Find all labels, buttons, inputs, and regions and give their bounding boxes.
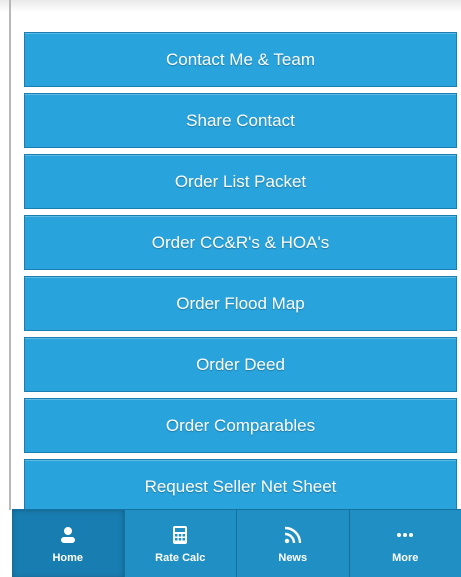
share-contact-button[interactable]: Share Contact — [24, 93, 457, 148]
tab-rate-calc-label: Rate Calc — [155, 552, 206, 564]
top-shadow — [0, 0, 461, 12]
left-edge-divider — [9, 0, 11, 510]
order-comparables-button[interactable]: Order Comparables — [24, 398, 457, 453]
tab-news[interactable]: News — [237, 510, 350, 577]
tab-rate-calc[interactable]: Rate Calc — [125, 510, 237, 577]
app-screen: Contact Me & Team Share Contact Order Li… — [0, 0, 461, 577]
order-deed-button[interactable]: Order Deed — [24, 337, 457, 392]
tab-more[interactable]: More — [350, 510, 461, 577]
order-list-packet-button[interactable]: Order List Packet — [24, 154, 457, 209]
tab-home[interactable]: Home — [12, 510, 125, 577]
order-ccr-hoa-button[interactable]: Order CC&R's & HOA's — [24, 215, 457, 270]
tab-more-label: More — [392, 552, 419, 564]
order-flood-map-button[interactable]: Order Flood Map — [24, 276, 457, 331]
ellipsis-icon — [394, 524, 416, 546]
tab-news-label: News — [278, 552, 308, 564]
tab-home-label: Home — [52, 552, 84, 564]
calculator-icon — [169, 524, 191, 546]
contact-me-team-button[interactable]: Contact Me & Team — [24, 32, 457, 87]
rss-icon — [282, 524, 304, 546]
action-menu: Contact Me & Team Share Contact Order Li… — [24, 32, 457, 520]
person-icon — [57, 524, 79, 546]
bottom-tab-bar: Home Rate Calc News More — [12, 509, 461, 577]
request-seller-net-sheet-button[interactable]: Request Seller Net Sheet — [24, 459, 457, 514]
